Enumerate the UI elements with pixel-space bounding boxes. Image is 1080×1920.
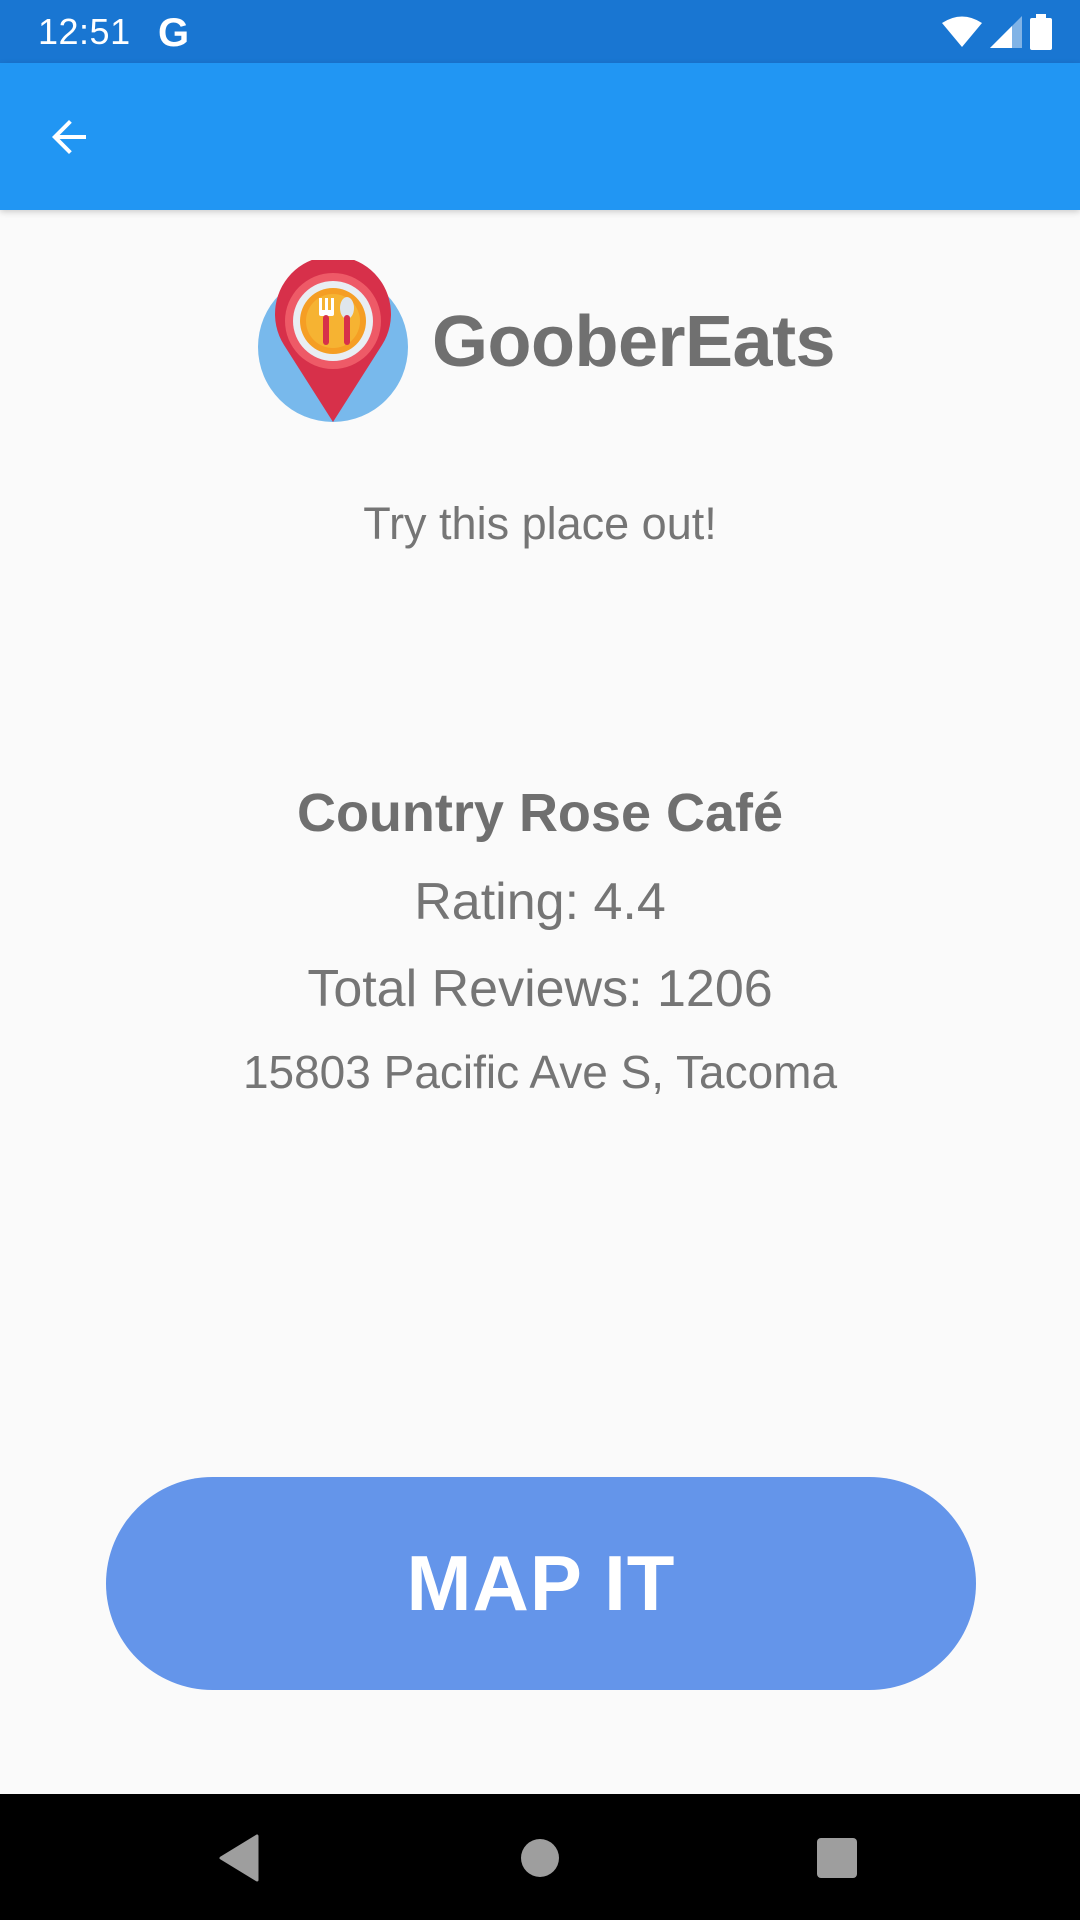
status-time: 12:51 [38,11,131,52]
cell-signal-icon [990,16,1022,48]
app-bar [0,63,1080,210]
brand-header: GooberEats [256,260,836,424]
status-icons [942,12,1052,52]
google-g-icon: G [158,10,198,55]
nav-recents-icon [817,1838,857,1878]
nav-home-button[interactable] [504,1822,576,1894]
wifi-icon [942,16,982,47]
status-bar: 12:51 G [0,0,1080,63]
map-it-button[interactable]: MAP IT [106,1477,976,1690]
battery-icon [1030,14,1052,50]
place-rating: Rating: 4.4 [414,873,666,931]
nav-back-button[interactable] [203,1822,275,1894]
back-button[interactable] [34,101,106,173]
google-g-label: G [158,11,189,54]
place-address: 15803 Pacific Ave S, Tacoma [242,1046,838,1098]
restaurant-pin-logo [258,260,408,422]
total-reviews: Total Reviews: 1206 [307,960,773,1018]
nav-back-icon [219,1834,259,1882]
arrow-back-icon [52,120,86,154]
nav-recents-button[interactable] [801,1822,873,1894]
app-name: GooberEats [432,302,836,382]
nav-home-icon [521,1839,559,1877]
tagline: Try this place out! [363,498,717,549]
system-nav-bar [0,1794,1080,1920]
place-name: Country Rose Café [296,783,784,843]
